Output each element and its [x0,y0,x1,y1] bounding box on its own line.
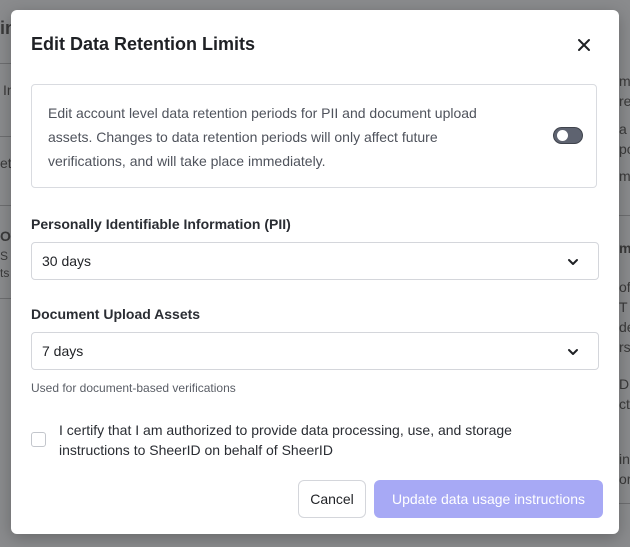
document-retention-select[interactable]: 7 days [31,332,599,370]
bg-text: de [619,319,630,335]
pii-selected-value: 30 days [42,253,92,269]
bg-text: D [619,376,630,392]
bg-text: mp [619,240,630,256]
bg-divider [0,136,11,137]
bg-divider [0,205,11,206]
document-label: Document Upload Assets [31,306,201,322]
info-text: Edit account level data retention period… [48,105,477,169]
bg-text: et [0,155,12,171]
certify-checkbox[interactable] [31,432,46,447]
pii-retention-select[interactable]: 30 days [31,242,599,280]
bg-text: orm [619,471,630,487]
close-button[interactable] [573,34,595,56]
document-helper-text: Used for document-based verifications [31,381,236,395]
bg-text: rs [619,339,630,355]
bg-divider [619,215,630,216]
bg-text: of [619,279,630,295]
bg-text: m [619,73,630,89]
chevron-down-icon [568,259,578,265]
update-instructions-button[interactable]: Update data usage instructions [374,480,603,518]
bg-text: in [619,451,630,467]
bg-text: T [619,299,628,315]
bg-text: m [619,168,630,184]
chevron-down-icon [568,349,578,355]
bg-text: S [0,249,9,263]
bg-text: a [619,121,627,137]
bg-text: O [0,228,11,244]
close-icon [578,39,590,51]
bg-text: ts [0,266,10,280]
retention-toggle[interactable] [553,127,583,144]
edit-retention-dialog: Edit Data Retention Limits Edit account … [11,10,619,534]
bg-text: po [619,141,630,157]
cancel-button[interactable]: Cancel [298,480,366,518]
bg-text: cti [619,396,630,412]
pii-label: Personally Identifiable Information (PII… [31,216,291,232]
document-selected-value: 7 days [42,343,84,359]
bg-text: re [619,93,630,109]
bg-divider [619,503,630,504]
bg-divider [0,298,11,299]
dialog-title: Edit Data Retention Limits [31,34,256,54]
toggle-knob [557,130,568,141]
bg-divider [0,63,11,64]
info-panel: Edit account level data retention period… [31,84,597,188]
certify-label: I certify that I am authorized to provid… [59,422,512,458]
